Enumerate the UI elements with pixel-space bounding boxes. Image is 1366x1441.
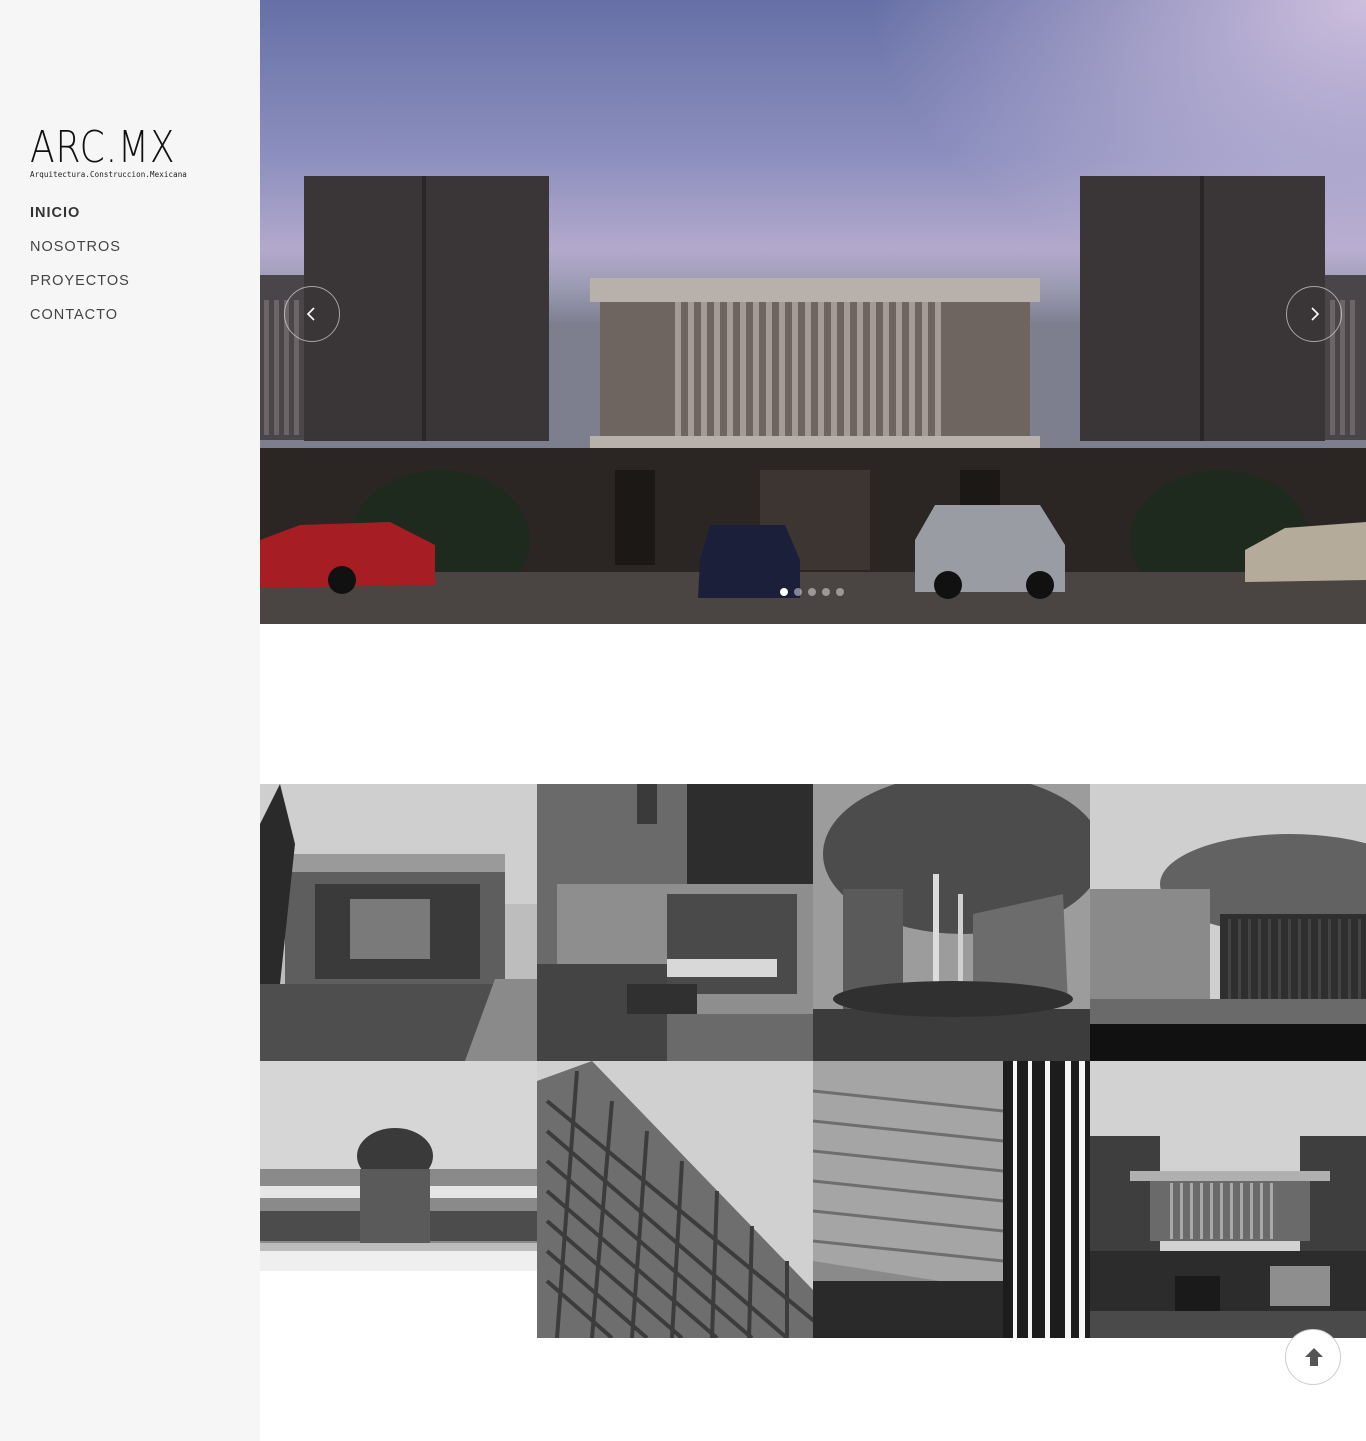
project-image — [813, 1061, 1090, 1338]
nav-item-contacto[interactable]: CONTACTO — [30, 305, 130, 339]
slider-dot[interactable] — [822, 588, 830, 596]
project-image — [813, 784, 1090, 1061]
slider-dot[interactable] — [836, 588, 844, 596]
arrow-up-icon — [1305, 1348, 1323, 1366]
gallery-tile[interactable] — [1090, 784, 1366, 1061]
nav-item-inicio[interactable]: INICIO — [30, 203, 130, 237]
chevron-left-icon — [306, 307, 315, 321]
nav-item-nosotros[interactable]: NOSOTROS — [30, 237, 130, 271]
nav-item-proyectos[interactable]: PROYECTOS — [30, 271, 130, 305]
logo[interactable]: ARC.MX Arquitectura.Construccion.Mexican… — [30, 122, 200, 180]
gallery-tile[interactable] — [813, 784, 1090, 1061]
slider-next-button[interactable] — [1286, 286, 1342, 342]
hero-slide-image — [260, 176, 1366, 624]
slider-dot[interactable] — [794, 588, 802, 596]
gallery-tile[interactable] — [813, 1061, 1090, 1338]
slider-dot[interactable] — [780, 588, 788, 596]
hero-slider — [260, 0, 1366, 624]
sidebar: ARC.MX Arquitectura.Construccion.Mexican… — [0, 0, 260, 1441]
chevron-right-icon — [1311, 307, 1320, 321]
project-gallery — [260, 784, 1366, 1338]
project-image — [260, 1061, 537, 1338]
main-nav: INICIO NOSOTROS PROYECTOS CONTACTO — [30, 203, 130, 339]
project-image — [1090, 1061, 1366, 1338]
slider-prev-button[interactable] — [284, 286, 340, 342]
slider-dot[interactable] — [808, 588, 816, 596]
scroll-to-top-button[interactable] — [1285, 1329, 1341, 1385]
gallery-tile[interactable] — [1090, 1061, 1366, 1338]
gallery-tile[interactable] — [537, 784, 814, 1061]
project-image — [537, 784, 814, 1061]
project-image — [260, 784, 537, 1061]
gallery-tile[interactable] — [537, 1061, 814, 1338]
gallery-tile[interactable] — [260, 784, 537, 1061]
logo-wordmark: ARC.MX — [30, 122, 176, 173]
project-image — [1090, 784, 1366, 1061]
project-image — [537, 1061, 814, 1338]
gallery-tile[interactable] — [260, 1061, 537, 1338]
slider-pagination — [780, 588, 844, 596]
